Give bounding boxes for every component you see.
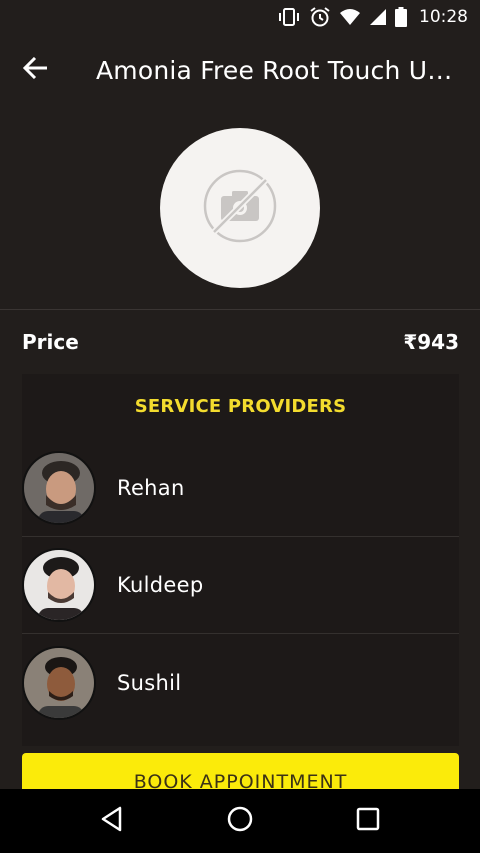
provider-name: Sushil: [117, 670, 182, 695]
nav-recents-button[interactable]: [338, 791, 398, 851]
provider-name: Rehan: [117, 476, 185, 500]
wifi-icon: [339, 8, 361, 26]
service-providers-heading: SERVICE PROVIDERS: [134, 396, 347, 417]
page-title: Amonia Free Root Touch Up (Loreal Inoa): [96, 55, 456, 85]
status-bar: 10:28: [0, 0, 480, 34]
nav-home-button[interactable]: [210, 791, 270, 851]
recents-square-icon: [356, 807, 380, 835]
nav-back-button[interactable]: [82, 791, 142, 851]
price-label: Price: [22, 330, 79, 354]
back-button[interactable]: [0, 34, 72, 106]
price-value: ₹943: [403, 330, 459, 354]
vibrate-icon: [277, 7, 301, 27]
clock-time: 10:28: [419, 7, 468, 27]
no-camera-icon: [202, 168, 278, 248]
avatar: [22, 548, 96, 622]
price-row: Price ₹943: [22, 322, 459, 362]
provider-item[interactable]: Kuldeep: [22, 537, 459, 634]
arrow-left-icon: [22, 56, 49, 83]
signal-icon: [369, 8, 387, 26]
provider-item[interactable]: Rehan: [22, 440, 459, 537]
alarm-icon: [309, 6, 331, 28]
avatar: [22, 451, 96, 525]
provider-name: Kuldeep: [117, 573, 204, 597]
section-divider: [0, 309, 480, 310]
avatar: [22, 645, 96, 720]
provider-item[interactable]: Sushil: [22, 634, 459, 731]
battery-icon: [395, 7, 407, 27]
provider-list: Rehan Kuldeep Sushil: [22, 440, 459, 731]
navigation-bar: [0, 789, 480, 853]
back-triangle-icon: [100, 806, 124, 836]
service-providers-card: SERVICE PROVIDERS Rehan Kuldeep Sushil: [22, 374, 459, 746]
product-image: [160, 128, 320, 288]
home-circle-icon: [226, 805, 254, 837]
app-bar: Amonia Free Root Touch Up (Loreal Inoa): [0, 34, 480, 106]
